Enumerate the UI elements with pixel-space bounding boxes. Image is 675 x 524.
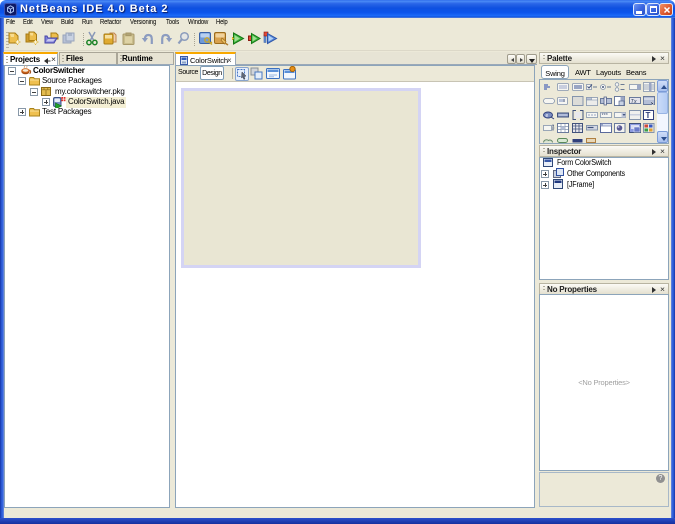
svg-text:Tx: Tx [630,99,636,105]
svg-text:T: T [645,111,650,120]
svg-text:***: *** [601,113,608,119]
svg-text:e: e [545,113,548,119]
